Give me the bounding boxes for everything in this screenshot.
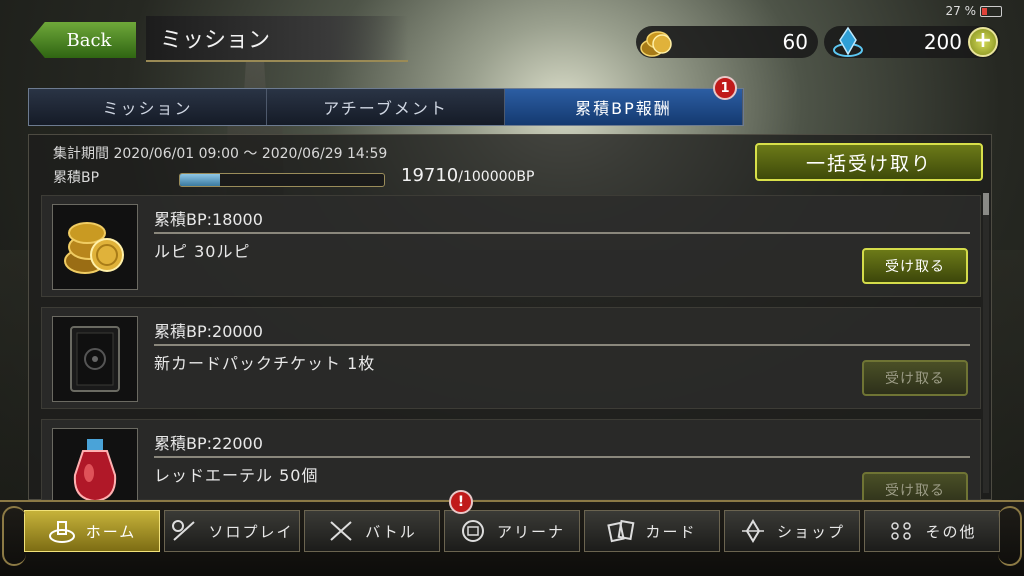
mission-reward: ルピ 30ルピ — [154, 242, 251, 261]
tab-achievement[interactable]: アチーブメント — [267, 89, 505, 125]
mission-list[interactable]: 累積BP:18000 ルピ 30ルピ 受け取る 累積BP:20000 新カードパ… — [41, 195, 981, 501]
nav-home[interactable]: ホーム — [24, 510, 160, 552]
back-button[interactable]: Back — [30, 22, 136, 58]
page-title: ミッション — [146, 16, 408, 62]
claim-button[interactable]: 受け取る — [862, 472, 968, 501]
mission-reward: 新カードパックチケット 1枚 — [154, 354, 376, 373]
reward-panel: 集計期間 2020/06/01 09:00 ～ 2020/06/29 14:59… — [28, 134, 992, 501]
scrollbar[interactable] — [983, 193, 989, 493]
cards-icon — [607, 519, 635, 543]
solo-play-icon — [172, 520, 196, 541]
nav-solo-play[interactable]: ソロプレイ — [164, 510, 300, 552]
nav-label: カード — [645, 522, 697, 541]
mission-tabs: ミッション アチーブメント 累積BP報酬 — [28, 88, 744, 126]
mission-row: 累積BP:20000 新カードパックチケット 1枚 受け取る — [41, 307, 981, 409]
gold-coins-icon — [64, 222, 124, 274]
mission-row: 累積BP:18000 ルピ 30ルピ 受け取る — [41, 195, 981, 297]
claim-button[interactable]: 受け取る — [862, 360, 968, 396]
bp-progress-fill — [180, 174, 221, 186]
gold-currency-display: 60 — [636, 26, 818, 58]
reward-thumbnail — [52, 316, 138, 402]
battery-icon — [980, 5, 1002, 17]
nav-label: ショップ — [776, 522, 845, 541]
divider — [154, 344, 970, 346]
arena-notification-badge: ! — [449, 490, 473, 514]
tab-mission[interactable]: ミッション — [29, 89, 267, 125]
battery-indicator: 27 % — [945, 4, 1002, 18]
tab-notification-badge: 1 — [713, 76, 737, 100]
frame-ornament-right — [998, 506, 1022, 566]
mission-row: 累積BP:22000 レッドエーテル 50個 受け取る — [41, 419, 981, 501]
frame-ornament-left — [2, 506, 26, 566]
nav-label: ホーム — [85, 522, 137, 541]
bp-progress-bar — [179, 173, 385, 187]
nav-card[interactable]: カード — [584, 510, 720, 552]
arena-icon — [461, 520, 484, 542]
bp-value: 19710/100000BP — [401, 165, 534, 186]
crossed-swords-icon — [330, 521, 352, 541]
bp-current: 19710 — [401, 165, 459, 186]
other-icon — [891, 522, 912, 540]
nav-shop[interactable]: ショップ — [724, 510, 860, 552]
mission-title: 累積BP:20000 — [154, 322, 263, 341]
scrollbar-thumb[interactable] — [983, 193, 989, 215]
plus-icon: + — [973, 28, 993, 53]
nav-arena[interactable]: アリーナ — [444, 510, 580, 552]
reward-thumbnail — [52, 428, 138, 501]
add-crystal-button[interactable]: + — [968, 27, 998, 57]
card-pack-ticket-icon — [70, 326, 120, 392]
nav-battle[interactable]: バトル — [304, 510, 440, 552]
nav-label: その他 — [925, 522, 977, 541]
bp-label: 累積BP — [53, 170, 100, 186]
divider — [154, 232, 970, 234]
reward-thumbnail — [52, 204, 138, 290]
crystal-currency-display: 200 + — [824, 26, 1000, 58]
nav-label: アリーナ — [496, 522, 565, 541]
nav-other[interactable]: その他 — [864, 510, 1000, 552]
mission-reward: レッドエーテル 50個 — [154, 466, 319, 485]
shop-icon — [741, 519, 764, 543]
battery-text: 27 % — [945, 4, 977, 18]
mission-title: 累積BP:22000 — [154, 434, 263, 453]
crystal-icon — [833, 26, 863, 57]
tab-cumulative-bp-reward[interactable]: 累積BP報酬 — [505, 89, 743, 125]
bulk-claim-button[interactable]: 一括受け取り — [755, 143, 983, 181]
period-text: 集計期間 2020/06/01 09:00 ～ 2020/06/29 14:59 — [53, 146, 388, 162]
nav-label: バトル — [365, 522, 417, 541]
gold-coins-icon — [640, 31, 672, 57]
crystal-amount: 200 — [923, 30, 962, 54]
mission-title: 累積BP:18000 — [154, 210, 263, 229]
red-ether-potion-icon — [73, 439, 117, 501]
gold-amount: 60 — [782, 30, 808, 54]
nav-label: ソロプレイ — [208, 522, 294, 541]
divider — [154, 456, 970, 458]
claim-button[interactable]: 受け取る — [862, 248, 968, 284]
bottom-navigation: ホーム ソロプレイ バトル アリーナ カード ショップ その他 — [0, 500, 1024, 576]
home-icon — [48, 521, 75, 543]
bp-total: /100000BP — [458, 169, 535, 185]
